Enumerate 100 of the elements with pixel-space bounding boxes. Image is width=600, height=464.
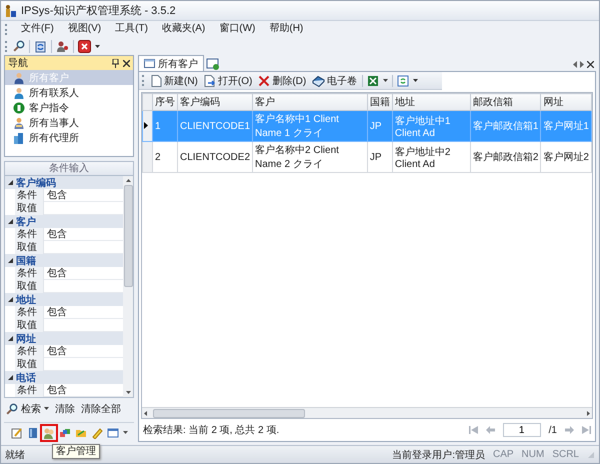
action-button[interactable]: 清除全部	[81, 402, 121, 416]
caret-icon[interactable]	[122, 431, 128, 436]
close-icon[interactable]	[587, 60, 594, 68]
table-cell: 1	[152, 110, 178, 142]
column-header[interactable]: 序号	[152, 94, 178, 110]
scrollbar[interactable]	[142, 407, 592, 418]
current-row-icon	[144, 122, 148, 128]
window-title: IPSys-知识产权管理系统 - 3.5.2	[21, 4, 176, 18]
building-icon	[13, 132, 25, 144]
menu-item[interactable]: 文件(F)	[15, 22, 60, 36]
table-cell: JP	[367, 110, 392, 142]
property-label: 条件	[15, 306, 43, 319]
status-text: 就绪	[5, 448, 25, 462]
property-label: 条件	[15, 228, 43, 241]
search-icon[interactable]	[6, 403, 18, 416]
nav-item[interactable]: 客户指令	[5, 100, 133, 115]
tooltip: 客户管理	[52, 444, 100, 459]
menu-item[interactable]: 收藏夹(A)	[156, 22, 212, 36]
spreadsheet-icon[interactable]	[367, 74, 380, 86]
table-cell: 客户网址2	[540, 142, 592, 172]
info-icon	[13, 102, 25, 114]
group-header[interactable]: 客户编码	[5, 176, 123, 189]
group-header[interactable]: 客户	[5, 215, 123, 228]
property-label: 取值	[15, 280, 43, 293]
column-header[interactable]: 地址	[392, 94, 470, 110]
group-header[interactable]: 国籍	[5, 254, 123, 267]
expanded-icon[interactable]	[8, 180, 13, 185]
section-title: 条件输入	[4, 161, 134, 176]
scroll-right-icon[interactable]	[580, 60, 584, 68]
nav-item[interactable]: 所有联系人	[5, 85, 133, 100]
resize-grip-icon[interactable]	[587, 450, 595, 458]
scroll-left-icon[interactable]	[573, 60, 577, 68]
search-button[interactable]: 检索	[6, 402, 49, 416]
document-tab[interactable]: 所有客户	[138, 55, 204, 71]
property-label: 取值	[15, 202, 43, 215]
scroll-down-icon[interactable]	[126, 391, 130, 394]
window-icon[interactable]	[106, 427, 118, 440]
action-button[interactable]: 清除	[55, 402, 75, 416]
toolbar-button[interactable]: 打开(O)	[202, 74, 254, 88]
caret-icon[interactable]	[383, 78, 388, 82]
scrollbar[interactable]	[123, 176, 133, 398]
expanded-icon[interactable]	[8, 258, 13, 263]
document-arrow-icon	[204, 74, 216, 86]
expanded-icon[interactable]	[8, 219, 13, 224]
cross-icon	[258, 74, 270, 86]
close-icon[interactable]	[78, 40, 91, 52]
property-label: 条件	[15, 189, 43, 202]
result-summary: 检索结果: 当前 2 项, 总共 2 项.	[143, 424, 280, 437]
refresh-icon[interactable]	[397, 74, 410, 86]
pin-icon[interactable]	[112, 58, 119, 68]
expanded-icon[interactable]	[8, 375, 13, 380]
key-indicator: SCRL	[552, 449, 579, 460]
page-input[interactable]: 1	[502, 423, 541, 437]
overflow-icon[interactable]	[95, 44, 100, 48]
table-cell: CLIENTCODE1	[178, 110, 253, 142]
expanded-icon[interactable]	[8, 336, 13, 341]
search-icon[interactable]	[13, 40, 25, 52]
toolbar-button[interactable]: 删除(D)	[257, 74, 308, 88]
nav-item[interactable]: 所有代理所	[5, 130, 133, 145]
column-header[interactable]: 邮政信箱	[470, 94, 541, 110]
column-header[interactable]: 客户编码	[178, 94, 253, 110]
close-icon[interactable]	[123, 60, 130, 66]
property-label: 条件	[15, 345, 43, 358]
edit-icon[interactable]	[10, 427, 22, 440]
group-header[interactable]: 地址	[5, 293, 123, 306]
group-header[interactable]: 网址	[5, 332, 123, 345]
pencil-icon[interactable]	[90, 427, 102, 440]
menu-item[interactable]: 视图(V)	[62, 22, 108, 36]
column-header[interactable]: 网址	[540, 94, 592, 110]
page-total: /1	[548, 424, 557, 436]
grid-icon	[144, 59, 155, 68]
app-logo-icon	[5, 4, 17, 17]
nav-item[interactable]: 所有当事人	[5, 115, 133, 130]
refresh-icon[interactable]	[34, 40, 47, 52]
group-header[interactable]: 电话	[5, 371, 123, 384]
toolbar-button[interactable]: 新建(N)	[150, 74, 199, 88]
property-label: 取值	[15, 241, 43, 254]
menu-item[interactable]: 窗口(W)	[213, 22, 262, 36]
caret-icon[interactable]	[44, 407, 49, 412]
property-label: 取值	[15, 358, 43, 371]
column-header[interactable]: 国籍	[367, 94, 392, 110]
overflow-icon[interactable]	[413, 78, 418, 83]
menu-item[interactable]: 工具(T)	[109, 22, 154, 36]
scroll-up-icon[interactable]	[126, 179, 130, 182]
table-cell: 客户邮政信箱2	[470, 142, 541, 172]
table-cell: 客户名称中2 Client Name 2 クライ	[252, 142, 368, 172]
table-cell: 客户名称中1 Client Name 1 クライ	[252, 110, 368, 142]
expanded-icon[interactable]	[8, 297, 13, 302]
table-cell: 客户地址中2 Client Ad	[392, 142, 470, 172]
scroll-left-icon[interactable]	[144, 410, 147, 416]
person-icon	[13, 72, 25, 84]
folder-icon[interactable]	[74, 427, 86, 440]
toolbar-button[interactable]: 电子卷	[311, 74, 358, 88]
column-header[interactable]: 客户	[252, 94, 368, 110]
scroll-right-icon[interactable]	[587, 410, 590, 416]
person-icon	[13, 86, 25, 98]
menu-item[interactable]: 帮助(H)	[263, 22, 310, 36]
document-icon	[151, 74, 162, 86]
new-tab-icon[interactable]	[206, 58, 220, 71]
key-indicator: CAP	[492, 449, 514, 460]
